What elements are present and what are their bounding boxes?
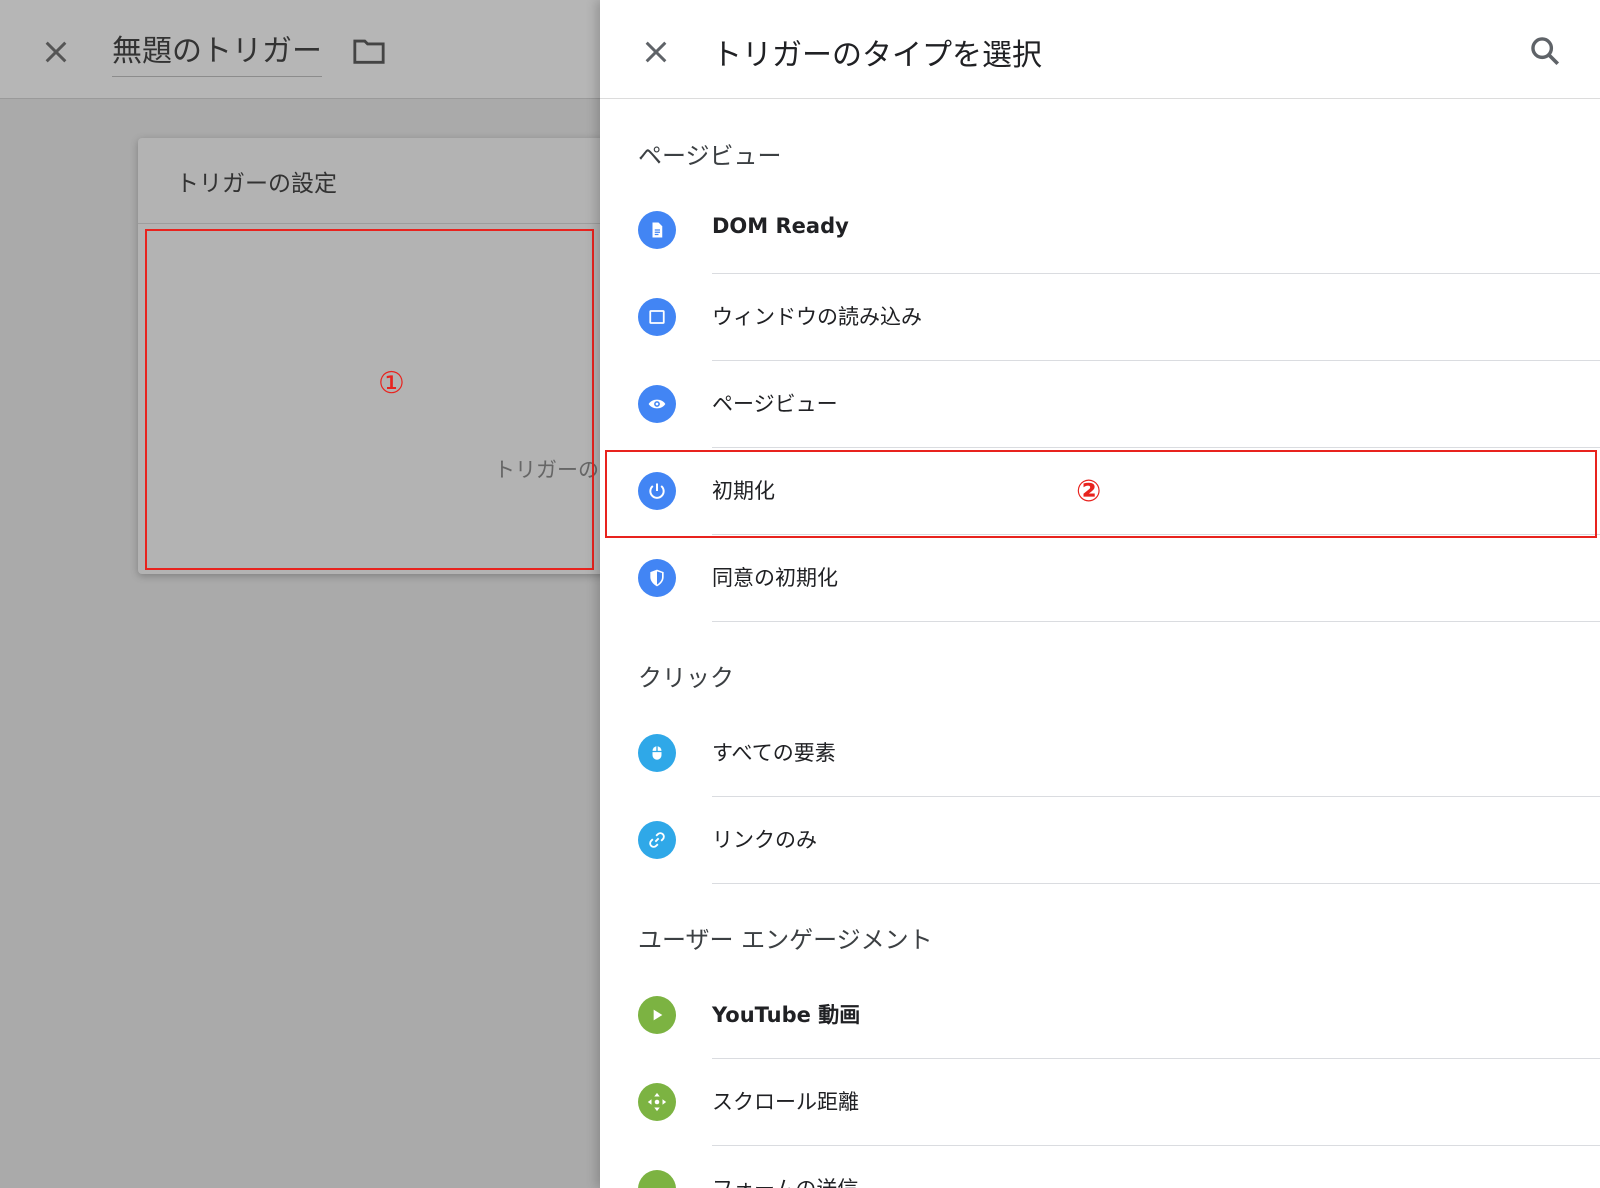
trigger-item-window-loaded[interactable]: ウィンドウの読み込み — [600, 274, 1600, 361]
trigger-item-label: リンクのみ — [712, 828, 817, 852]
shield-icon — [638, 559, 676, 597]
document-icon — [638, 211, 676, 249]
trigger-item-page-view[interactable]: ページビュー — [600, 361, 1600, 448]
trigger-item-dom-ready[interactable]: DOM Ready — [600, 187, 1600, 274]
divider — [712, 883, 1600, 884]
close-icon[interactable] — [640, 36, 672, 68]
panel-header: トリガーのタイプを選択 — [600, 0, 1600, 99]
annotation-box-1 — [145, 229, 594, 570]
scroll-icon — [638, 1083, 676, 1121]
panel-title: トリガーのタイプを選択 — [712, 38, 1042, 73]
search-icon[interactable] — [1528, 34, 1562, 68]
link-icon — [638, 821, 676, 859]
eye-icon — [638, 385, 676, 423]
divider — [712, 621, 1600, 622]
card-header: トリガーの設定 — [138, 138, 638, 224]
trigger-item-scroll-depth[interactable]: スクロール距離 — [600, 1059, 1600, 1146]
section-title-click: クリック — [638, 664, 734, 692]
trigger-item-label: DOM Ready — [712, 214, 849, 238]
trigger-item-links-only[interactable]: リンクのみ — [600, 797, 1600, 884]
form-icon — [638, 1170, 676, 1188]
trigger-item-label: フォームの送信 — [712, 1173, 858, 1188]
trigger-item-youtube-video[interactable]: YouTube 動画 — [600, 972, 1600, 1059]
close-icon[interactable] — [40, 36, 72, 68]
window-icon — [638, 298, 676, 336]
trigger-item-label: スクロール距離 — [712, 1090, 859, 1114]
folder-icon[interactable] — [352, 36, 386, 66]
background-pane: 無題のトリガー トリガーの設定 トリガーの — [0, 0, 638, 1188]
trigger-type-panel: トリガーのタイプを選択 ページビュー DOM Ready ウィンドウの読み込み … — [600, 0, 1600, 1188]
trigger-item-label: YouTube 動画 — [712, 1003, 861, 1027]
trigger-item-label: ウィンドウの読み込み — [712, 305, 922, 329]
mouse-icon — [638, 734, 676, 772]
background-header: 無題のトリガー — [0, 0, 600, 99]
card-title: トリガーの設定 — [176, 171, 337, 197]
trigger-item-all-elements[interactable]: すべての要素 — [600, 710, 1600, 797]
section-title-pageview: ページビュー — [638, 142, 782, 170]
trigger-item-form-submission[interactable]: フォームの送信 — [600, 1146, 1600, 1188]
play-icon — [638, 996, 676, 1034]
trigger-item-consent-initialization[interactable]: 同意の初期化 — [600, 535, 1600, 622]
annotation-label-2: ② — [1076, 474, 1102, 509]
trigger-name-field[interactable]: 無題のトリガー — [112, 26, 322, 77]
trigger-item-label: ページビュー — [712, 392, 838, 416]
trigger-item-label: すべての要素 — [712, 741, 836, 765]
section-title-user-engagement: ユーザー エンゲージメント — [638, 926, 933, 954]
annotation-label-1: ① — [378, 366, 405, 401]
trigger-item-label: 同意の初期化 — [712, 566, 838, 590]
